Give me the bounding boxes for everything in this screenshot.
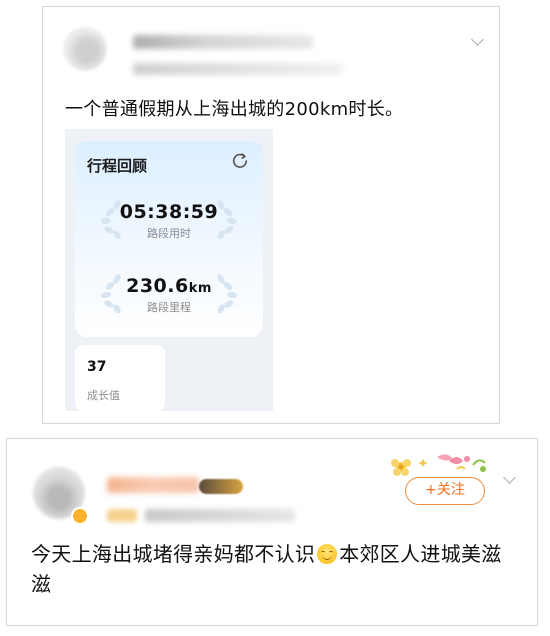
smile-emoji-icon bbox=[317, 544, 338, 564]
distance-unit: km bbox=[188, 281, 212, 296]
post-image[interactable]: 行程回顾 05:38:59 路段用时 230.6km 路段里程 37 成长值 bbox=[65, 129, 273, 411]
avatar[interactable] bbox=[63, 27, 107, 71]
trip-review-title: 行程回顾 bbox=[87, 157, 148, 175]
distance-stat: 230.6km 路段里程 bbox=[75, 275, 263, 315]
post-text: 一个普通假期从上海出城的200km时长。 bbox=[65, 99, 404, 120]
comment-text-part1: 今天上海出城堵得亲妈都不认识 bbox=[31, 542, 316, 566]
duration-label: 路段用时 bbox=[147, 227, 191, 240]
blurred-username[interactable] bbox=[133, 35, 313, 49]
post-card: 一个普通假期从上海出城的200km时长。 行程回顾 05:38:59 路段用时 bbox=[42, 6, 500, 424]
chevron-down-icon[interactable] bbox=[471, 33, 484, 46]
distance-label: 路段里程 bbox=[147, 301, 191, 314]
blurred-comment-meta bbox=[145, 509, 295, 522]
comment-card: +关注 今天上海出城堵得亲妈都不认识 本郊区人进城美滋滋 bbox=[6, 438, 538, 626]
trip-review-card: 行程回顾 05:38:59 路段用时 230.6km 路段里程 bbox=[75, 141, 263, 337]
growth-value-box: 37 成长值 bbox=[75, 345, 165, 411]
duration-value: 05:38:59 bbox=[119, 201, 219, 223]
follow-button[interactable]: +关注 bbox=[405, 477, 485, 505]
vip-badge-icon bbox=[199, 479, 243, 494]
duration-stat: 05:38:59 路段用时 bbox=[75, 201, 263, 241]
distance-value: 230.6km bbox=[75, 275, 263, 297]
avatar-badge-icon bbox=[71, 507, 89, 525]
chevron-down-icon[interactable] bbox=[503, 471, 516, 484]
blurred-username[interactable] bbox=[107, 477, 199, 493]
growth-label: 成长值 bbox=[87, 389, 120, 402]
comment-text: 今天上海出城堵得亲妈都不认识 本郊区人进城美滋滋 bbox=[31, 539, 521, 599]
blurred-post-meta bbox=[133, 63, 343, 75]
refresh-icon[interactable] bbox=[231, 151, 249, 169]
growth-value: 37 bbox=[87, 359, 107, 375]
distance-number: 230.6 bbox=[126, 275, 189, 297]
blurred-level-badge bbox=[107, 509, 137, 522]
